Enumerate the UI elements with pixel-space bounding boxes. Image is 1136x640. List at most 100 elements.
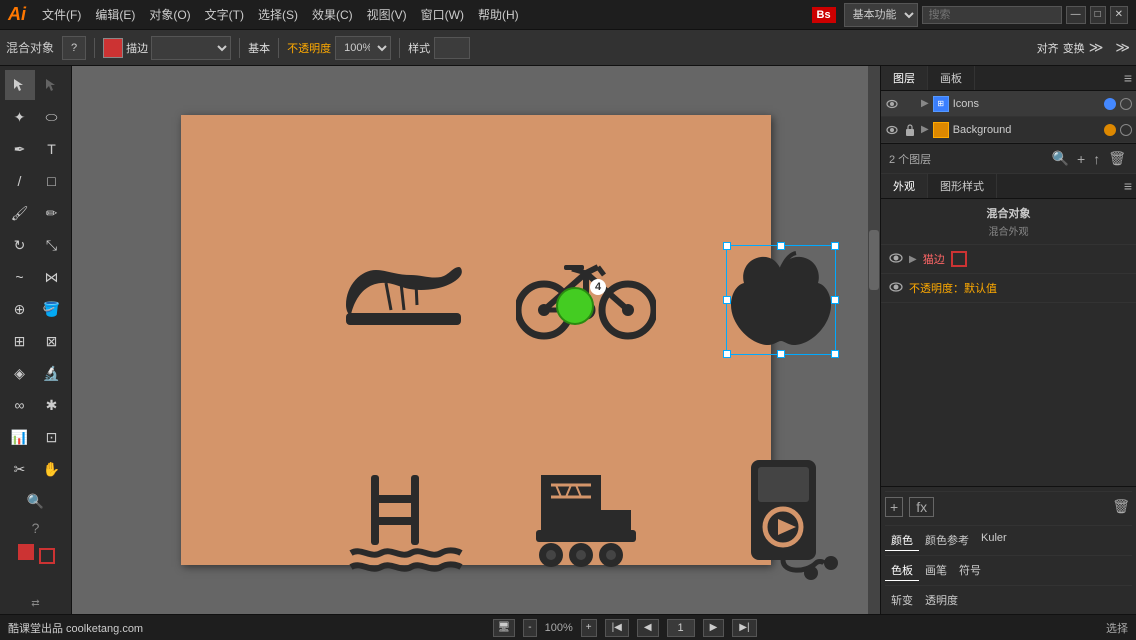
status-label: 选择 [1106, 620, 1128, 636]
stroke-swatch-small[interactable] [39, 548, 55, 564]
search-input[interactable] [922, 6, 1062, 24]
rotate-tool[interactable]: ↻ [5, 230, 35, 260]
slice-tool[interactable]: ✂ [5, 454, 35, 484]
perspective-tool[interactable]: ⊞ [5, 326, 35, 356]
more-options-icon[interactable]: ≫ [1089, 39, 1104, 56]
tab-gradient[interactable]: 斩变 [885, 590, 919, 610]
zoom-tool[interactable]: 🔍 [21, 486, 51, 516]
fill-swatch[interactable] [18, 544, 34, 560]
scrollbar-thumb[interactable] [869, 230, 879, 290]
tab-brushes[interactable]: 画笔 [919, 560, 953, 581]
warp-tool[interactable]: ~ [5, 262, 35, 292]
menu-window[interactable]: 窗口(W) [415, 4, 470, 25]
blend-tool[interactable]: ∞ [5, 390, 35, 420]
layer-expand-icons[interactable]: ▶ [921, 98, 929, 109]
menu-select[interactable]: 选择(S) [252, 4, 304, 25]
close-button[interactable]: ✕ [1110, 6, 1128, 24]
tab-color-ref[interactable]: 颜色参考 [919, 530, 975, 551]
live-paint-tool[interactable]: 🪣 [37, 294, 67, 324]
stroke-swatch[interactable] [103, 38, 123, 58]
tab-color[interactable]: 颜色 [885, 530, 919, 551]
shape-builder-tool[interactable]: ⊕ [5, 294, 35, 324]
nav-prev-btn[interactable]: ◀ [637, 619, 659, 637]
layer-row-background[interactable]: ▶ Background [881, 117, 1136, 143]
hand-tool[interactable]: ✋ [37, 454, 67, 484]
pen-tool[interactable]: ✒ [5, 134, 35, 164]
clear-appearance-btn[interactable]: 🗑 [1110, 496, 1132, 517]
menu-object[interactable]: 对象(O) [143, 4, 196, 25]
divider-2 [239, 38, 240, 58]
nav-first-btn[interactable]: |◀ [605, 619, 629, 637]
tab-layers[interactable]: 图层 [881, 66, 928, 90]
tab-artboards[interactable]: 画板 [928, 66, 975, 90]
layer-target-icons[interactable] [1120, 98, 1132, 110]
vertical-scrollbar[interactable] [868, 66, 880, 614]
layer-delete-btn[interactable]: 🗑 [1106, 148, 1128, 169]
select-tool[interactable] [5, 70, 35, 100]
layer-row-icons[interactable]: ▶ ⊞ Icons [881, 91, 1136, 117]
paintbrush-tool[interactable]: 🖌 [5, 198, 35, 228]
scale-tool[interactable]: ⤡ [37, 230, 67, 260]
rect-tool[interactable]: □ [37, 166, 67, 196]
tab-appearance[interactable]: 外观 [881, 174, 928, 198]
layer-search-btn[interactable]: 🔍 [1050, 148, 1071, 169]
fx-button[interactable]: fx [909, 497, 934, 517]
nav-next-btn[interactable]: ▶ [703, 619, 725, 637]
swap-icon[interactable]: ⇄ [31, 598, 39, 609]
stroke-eye-icon[interactable] [889, 252, 903, 266]
pencil-tool[interactable]: ✏ [37, 198, 67, 228]
menu-text[interactable]: 文字(T) [199, 4, 250, 25]
tab-symbols[interactable]: 符号 [953, 560, 987, 581]
add-new-stroke-btn[interactable]: + [885, 497, 903, 517]
tab-transparency[interactable]: 透明度 [919, 590, 964, 610]
menu-file[interactable]: 文件(F) [36, 4, 87, 25]
stroke-select[interactable] [151, 36, 231, 60]
layer-eye-background[interactable] [885, 123, 899, 137]
workspace-selector[interactable]: 基本功能 [844, 3, 918, 27]
tab-kuler[interactable]: Kuler [975, 530, 1013, 551]
layer-move-btn[interactable]: ↑ [1091, 149, 1102, 169]
stroke-expand-arrow[interactable]: ▶ [909, 254, 917, 265]
lasso-tool[interactable]: ⬭ [37, 102, 67, 132]
gradient-tool[interactable]: ◈ [5, 358, 35, 388]
layer-eye-icons[interactable] [885, 97, 899, 111]
page-number-input[interactable] [667, 619, 695, 637]
nav-last-btn[interactable]: ▶| [732, 619, 756, 637]
bar-chart-tool[interactable]: 📊 [5, 422, 35, 452]
layer-lock-background[interactable] [903, 123, 917, 137]
minimize-button[interactable]: — [1066, 6, 1086, 24]
opacity-eye-icon[interactable] [889, 281, 903, 295]
type-tool[interactable]: T [37, 134, 67, 164]
status-icon-btn[interactable]: 🖥 [493, 619, 516, 637]
appearance-panel-menu[interactable]: ≡ [1120, 174, 1136, 198]
menu-help[interactable]: 帮助(H) [472, 4, 525, 25]
layer-target-background[interactable] [1120, 124, 1132, 136]
artboard-tool[interactable]: ⊡ [37, 422, 67, 452]
zoom-out-btn[interactable]: - [523, 619, 536, 637]
panel-toggle-icon[interactable]: ≫ [1115, 39, 1130, 56]
magic-wand-tool[interactable]: ✦ [5, 102, 35, 132]
direct-select-tool[interactable] [37, 70, 67, 100]
help-tool[interactable]: ? [32, 520, 40, 536]
menu-edit[interactable]: 编辑(E) [89, 4, 141, 25]
line-tool[interactable]: / [5, 166, 35, 196]
layers-panel-menu[interactable]: ≡ [1120, 66, 1136, 90]
menu-effect[interactable]: 效果(C) [306, 4, 359, 25]
width-tool[interactable]: ⋈ [37, 262, 67, 292]
stroke-color-swatch[interactable] [951, 251, 967, 267]
opacity-select[interactable]: 100% [335, 36, 391, 60]
tab-swatches[interactable]: 色板 [885, 560, 919, 581]
zoom-in-btn[interactable]: + [581, 619, 597, 637]
canvas-scroll[interactable]: 4 [72, 66, 880, 614]
symbol-tool[interactable]: ✱ [37, 390, 67, 420]
layer-lock-icons[interactable] [903, 97, 917, 111]
layer-add-btn[interactable]: + [1075, 149, 1087, 169]
layer-expand-background[interactable]: ▶ [921, 124, 929, 135]
mesh-tool[interactable]: ⊠ [37, 326, 67, 356]
tab-graphic-styles[interactable]: 图形样式 [928, 174, 997, 198]
describe-button[interactable]: ? [62, 36, 86, 60]
maximize-button[interactable]: □ [1090, 6, 1106, 24]
menu-view[interactable]: 视图(V) [361, 4, 413, 25]
eyedropper-tool[interactable]: 🔬 [37, 358, 67, 388]
style-preview[interactable] [434, 37, 470, 59]
